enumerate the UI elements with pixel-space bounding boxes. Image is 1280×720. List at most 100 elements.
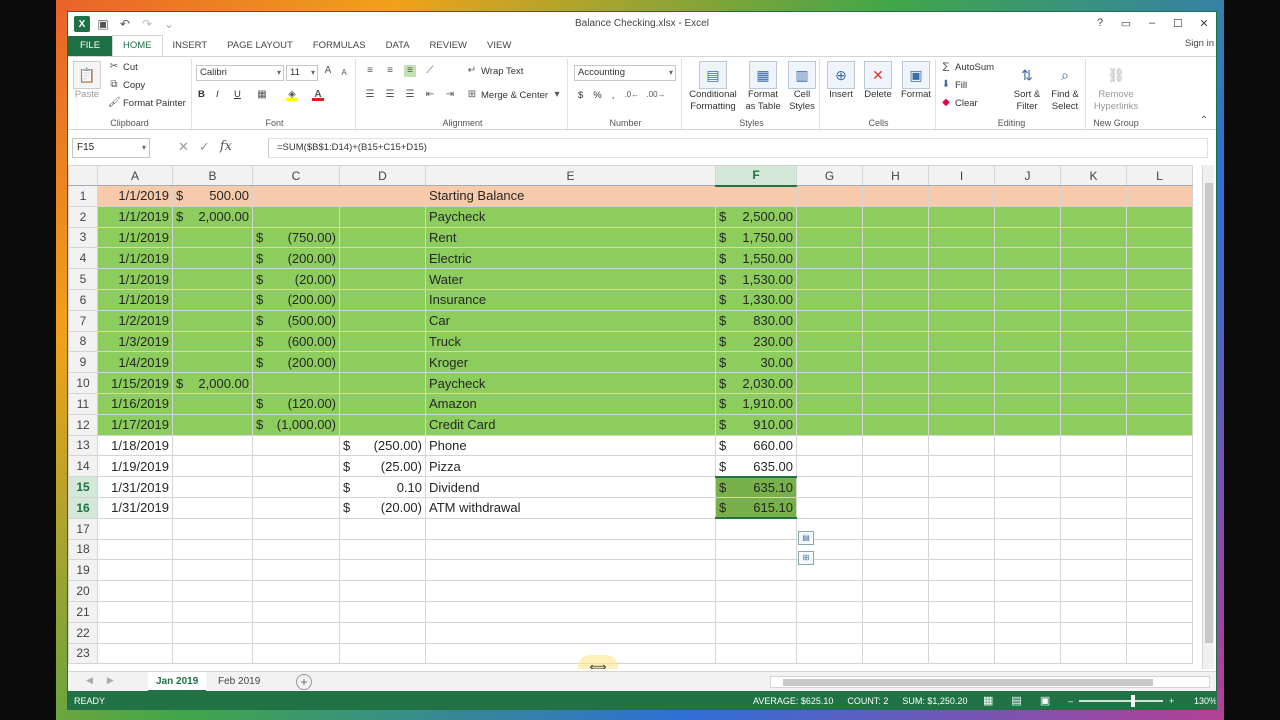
cell-j5[interactable] [994,268,1061,290]
align-top-icon[interactable]: ≡ [364,65,376,77]
cell-d12[interactable] [339,413,426,436]
currency-button[interactable]: $ [578,90,583,101]
status-stats[interactable]: AVERAGE: $625.10 COUNT: 2 SUM: $1,250.20 [753,691,967,709]
zoom-in-icon[interactable]: + [1169,691,1174,709]
cell-l5[interactable] [1126,268,1193,290]
cell-styles-button[interactable]: ▥ Cell Styles [786,61,818,113]
cell-b5[interactable] [172,268,253,290]
column-header-h[interactable]: H [862,165,929,186]
cell-f7[interactable]: $830.00 [715,309,797,332]
cell-e12[interactable]: Credit Card [425,413,716,436]
cell-e19[interactable] [425,559,716,582]
cell-a6[interactable]: 1/1/2019 [97,288,173,311]
cell-b18[interactable] [172,538,253,561]
increase-decimal-icon[interactable]: .0← [624,89,639,101]
bold-button[interactable]: B [198,89,205,100]
cell-h16[interactable] [862,496,929,519]
cell-k21[interactable] [1060,600,1127,623]
font-color-button[interactable]: A [312,89,324,101]
sheet-tab-feb-2019[interactable]: Feb 2019 [210,672,268,692]
row-header[interactable]: 23 [68,642,98,665]
cell-j3[interactable] [994,226,1061,249]
delete-cells-button[interactable]: ✕ Delete [860,61,896,101]
cell-b10[interactable]: $2,000.00 [172,372,253,394]
decrease-indent-icon[interactable]: ⇤ [424,89,436,101]
cell-a22[interactable] [97,621,173,644]
cell-a21[interactable] [97,600,173,623]
cell-e5[interactable]: Water [425,268,716,290]
cell-a20[interactable] [97,580,173,602]
cell-l23[interactable] [1126,642,1193,665]
zoom-out-icon[interactable]: – [1068,691,1073,709]
cell-j6[interactable] [994,288,1061,311]
cell-b15[interactable] [172,476,253,498]
cell-c21[interactable] [252,600,340,623]
comma-button[interactable]: , [612,90,615,101]
cell-j18[interactable] [994,538,1061,561]
copy-button[interactable]: ⧉ Copy [108,79,145,91]
cell-e20[interactable] [425,580,716,602]
align-middle-icon[interactable]: ≡ [384,65,396,77]
cell-g11[interactable] [796,392,863,415]
row-header[interactable]: 18 [68,538,98,561]
cell-g16[interactable] [796,496,863,519]
cell-e13[interactable]: Phone [425,434,716,457]
cell-a11[interactable]: 1/16/2019 [97,392,173,415]
cell-b9[interactable] [172,351,253,374]
cell-h23[interactable] [862,642,929,665]
cell-b12[interactable] [172,413,253,436]
ribbon-display-icon[interactable]: ▭ [1118,15,1134,31]
cell-e18[interactable] [425,538,716,561]
column-header-d[interactable]: D [339,165,426,186]
conditional-formatting-button[interactable]: ▤ Conditional Formatting [686,61,740,113]
cell-e2[interactable]: Paycheck [425,205,716,228]
row-header[interactable]: 12 [68,413,98,436]
row-header[interactable]: 20 [68,580,98,602]
cell-j1[interactable] [994,185,1061,207]
zoom-percent[interactable]: 130% [1194,691,1216,709]
cell-b19[interactable] [172,559,253,582]
cell-k9[interactable] [1060,351,1127,374]
row-header[interactable]: 8 [68,330,98,353]
cell-b1[interactable]: $500.00 [172,185,253,207]
cell-k18[interactable] [1060,538,1127,561]
cell-d14[interactable]: $ (25.00) [339,455,426,478]
cell-f6[interactable]: $1,330.00 [715,288,797,311]
cell-g1[interactable] [796,185,863,207]
autosum-button[interactable]: Σ AutoSum [940,61,994,73]
cell-c20[interactable] [252,580,340,602]
close-icon[interactable]: ✕ [1196,15,1212,31]
row-header[interactable]: 6 [68,288,98,311]
cell-h2[interactable] [862,205,929,228]
cell-b13[interactable] [172,434,253,457]
cell-h5[interactable] [862,268,929,290]
cell-i17[interactable] [928,517,995,540]
cell-b20[interactable] [172,580,253,602]
row-header[interactable]: 4 [68,247,98,270]
cell-k4[interactable] [1060,247,1127,270]
cell-h8[interactable] [862,330,929,353]
format-as-table-button[interactable]: ▦ Format as Table [742,61,784,113]
column-header-j[interactable]: J [994,165,1061,186]
cell-b16[interactable] [172,496,253,519]
cell-l22[interactable] [1126,621,1193,644]
cell-f1[interactable] [715,185,797,207]
cell-e22[interactable] [425,621,716,644]
cell-f17[interactable] [715,517,797,540]
tab-file[interactable]: FILE [68,36,112,56]
cell-b2[interactable]: $2,000.00 [172,205,253,228]
cell-i7[interactable] [928,309,995,332]
add-sheet-icon[interactable]: + [296,674,312,690]
cell-d3[interactable] [339,226,426,249]
cell-k5[interactable] [1060,268,1127,290]
cell-k3[interactable] [1060,226,1127,249]
cell-e1[interactable]: Starting Balance [425,185,716,207]
worksheet-grid[interactable]: ABCDEFGHIJKL 1 1/1/2019 $500.00 Starting Ba… [68,165,1200,669]
cell-g4[interactable] [796,247,863,270]
cell-b4[interactable] [172,247,253,270]
cell-h9[interactable] [862,351,929,374]
cell-h20[interactable] [862,580,929,602]
horizontal-scroll-thumb[interactable] [783,679,1153,686]
cell-i16[interactable] [928,496,995,519]
row-header[interactable]: 9 [68,351,98,374]
